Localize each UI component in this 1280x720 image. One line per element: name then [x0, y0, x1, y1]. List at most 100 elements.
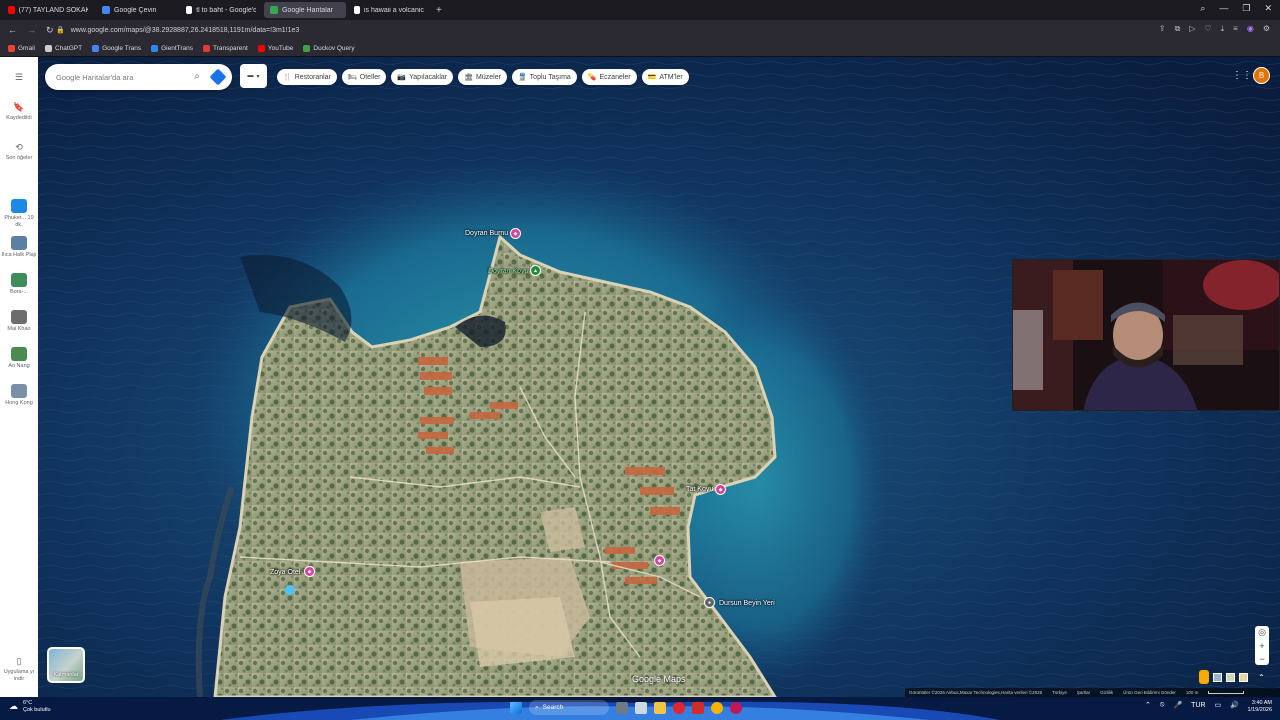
minimize-icon[interactable]: —	[1219, 3, 1228, 14]
bookmark-item[interactable]: Transparent	[203, 44, 248, 52]
bookmark-item[interactable]: GientTrans	[151, 44, 193, 52]
map-footer-item[interactable]: Şartlar	[1077, 690, 1090, 695]
back-icon[interactable]: ←	[8, 25, 17, 36]
sidebar-recent-item[interactable]: Hong Kong	[0, 384, 38, 407]
directions-icon[interactable]	[209, 68, 227, 86]
browser-tab[interactable]: tl to baht - Google'da Ara	[180, 2, 262, 18]
bookmark-favicon-icon	[203, 44, 211, 52]
zoom-in-button[interactable]: +	[1255, 639, 1269, 652]
opera-icon[interactable]	[673, 701, 685, 714]
get-app-button[interactable]: ▯ Uygulama yı indir	[0, 655, 38, 683]
url-field[interactable]: 🔒 www.google.com/maps/@38.2928887,26.241…	[56, 23, 1136, 37]
map-footer-item[interactable]: Türkiye	[1052, 690, 1067, 695]
place-label-doyran-burnu[interactable]: Doyran Burnu	[465, 230, 508, 237]
close-icon[interactable]: ✕	[1264, 3, 1272, 14]
category-chip[interactable]: 🏛 Müzeler	[458, 69, 507, 85]
category-chip[interactable]: 🚆 Toplu Taşıma	[511, 69, 577, 85]
volume-icon[interactable]: 🔊	[1230, 701, 1239, 709]
expand-icon[interactable]: ⌃	[1258, 673, 1265, 682]
taskbar-search[interactable]: ⌕ Search	[529, 700, 609, 715]
monitor-icon[interactable]: ▭	[1215, 701, 1222, 709]
browser-tab[interactable]: Google Haritalar	[264, 2, 346, 18]
bookmark-item[interactable]: Duckov Query	[303, 44, 355, 52]
map-bottom-tools: ⌃	[1199, 670, 1265, 684]
place-pin-doyran-burnu[interactable]: ◆	[510, 228, 521, 239]
terrain-tile[interactable]	[1226, 672, 1235, 682]
tray-chevron-icon[interactable]: ⌃	[1145, 701, 1151, 709]
browser-tab[interactable]: (77) TAYLAND SOKAK LE:	[2, 2, 94, 18]
keyboard-layer-button[interactable]: ▬ ▾	[240, 64, 267, 88]
language-indicator[interactable]: TUR	[1191, 702, 1205, 709]
place-pin-doyran-koyu[interactable]: ▲	[530, 265, 541, 276]
download-icon[interactable]: ⤓	[1221, 24, 1225, 34]
pegman-icon[interactable]	[1199, 670, 1209, 684]
place-label-zoya-otel[interactable]: Zoya Otel	[270, 569, 300, 576]
bookmark-item[interactable]: Gmail	[8, 44, 35, 52]
task-view-icon[interactable]	[635, 701, 647, 714]
window-controls: ⌕ — ❐ ✕	[1200, 3, 1272, 14]
layers-button[interactable]: Katmanlar	[47, 647, 85, 683]
weather-widget[interactable]: ☁ 6°C Çok bulutlu	[9, 700, 51, 713]
place-pin-tat-koyu[interactable]: ◆	[715, 484, 726, 495]
browser-tab-bar: (77) TAYLAND SOKAK LE: Google Çeviri tl to…	[0, 0, 1280, 20]
browser-tab[interactable]: is hawaii a volcanic island	[348, 2, 430, 18]
system-clock[interactable]: 3:40 AM 1/19/2026	[1240, 700, 1272, 714]
maximize-icon[interactable]: ❐	[1242, 3, 1250, 14]
sidebar-recent-item[interactable]: Mai Khao	[0, 310, 38, 333]
place-pin-hotel[interactable]: ◆	[654, 555, 665, 566]
category-chip[interactable]: 🛏 Oteller	[341, 69, 387, 85]
share-icon[interactable]: ⇪	[1159, 24, 1166, 34]
globe-view-tile[interactable]	[1213, 672, 1222, 682]
sidebar-recent-item[interactable]: Bora-...	[0, 273, 38, 296]
category-chip[interactable]: 🍴 Restoranlar	[277, 69, 337, 85]
zoom-out-button[interactable]: −	[1255, 652, 1269, 665]
saved-button[interactable]: 🔖 Kaydedildi	[0, 101, 38, 122]
game-app-icon[interactable]	[616, 701, 628, 714]
map-footer-item[interactable]: 100 m	[1186, 690, 1199, 695]
place-pin-zoya-otel[interactable]: ◆	[304, 566, 315, 577]
map-footer-item[interactable]: Ürün Geri Bildirimi Gönder	[1123, 690, 1176, 695]
category-chip[interactable]: 📷 Yapılacaklar	[391, 69, 454, 85]
forward-icon[interactable]: →	[27, 25, 36, 36]
bookmark-item[interactable]: ChatGPT	[44, 44, 82, 52]
extension-icon[interactable]: ⚙	[1263, 24, 1270, 34]
screenshot-icon[interactable]: ⧉	[1175, 24, 1181, 34]
store-icon[interactable]	[692, 701, 704, 714]
map-footer-item[interactable]: Gizlilik	[1100, 690, 1113, 695]
recent-button[interactable]: ⟲ Son öğeler	[0, 141, 38, 162]
network-off-icon[interactable]: ⦸	[1160, 701, 1165, 709]
heart-icon[interactable]: ♡	[1204, 24, 1211, 34]
chrome-icon[interactable]	[711, 701, 723, 714]
play-icon[interactable]: ▷	[1189, 24, 1195, 34]
browser-tab[interactable]: Google Çeviri	[96, 2, 178, 18]
place-label-doyran-koyu[interactable]: Doyran Koyu	[488, 268, 528, 275]
windows-start-icon[interactable]	[510, 701, 522, 714]
taskbar-apps: ⌕ Search	[510, 700, 742, 715]
sidebar-recent-item[interactable]: Phuket... 19 dk.	[0, 199, 38, 229]
category-chip[interactable]: 💊 Eczaneler	[581, 69, 637, 85]
microphone-icon[interactable]: 🎤	[1173, 701, 1182, 709]
place-label-tat-koyu[interactable]: Tat Koyu	[686, 486, 713, 493]
bookmark-item[interactable]: Google Trans	[92, 44, 141, 52]
category-chip[interactable]: 💳 ATM'ler	[641, 69, 689, 85]
traffic-tile[interactable]	[1239, 672, 1248, 682]
recent-thumbnail	[11, 236, 27, 250]
profile-icon[interactable]: ◉	[1247, 24, 1254, 34]
place-label-dursun-beyin-yeri[interactable]: Dursun Beyin Yeri	[719, 600, 775, 607]
new-tab-icon[interactable]: +	[436, 5, 442, 16]
search-input[interactable]	[56, 72, 184, 82]
sidebar-recent-item[interactable]: Ao Nang	[0, 347, 38, 370]
menu-icon[interactable]: ≡	[1233, 24, 1238, 34]
place-pin-dursun-beyin-yeri[interactable]: ●	[704, 597, 715, 608]
bookmark-item[interactable]: YouTube	[257, 44, 293, 52]
file-explorer-icon[interactable]	[654, 701, 666, 714]
menu-button[interactable]: ☰	[0, 71, 38, 85]
reload-icon[interactable]: ↻	[46, 25, 54, 36]
recent-label: Son öğeler	[5, 155, 33, 161]
my-location-icon[interactable]: ◎	[1255, 626, 1269, 639]
search-tabs-icon[interactable]: ⌕	[1200, 3, 1205, 14]
search-icon[interactable]: ⌕	[194, 71, 200, 82]
media-app-icon[interactable]	[730, 701, 742, 714]
avatar[interactable]: B	[1253, 67, 1270, 84]
sidebar-recent-item[interactable]: Ilıca Halk Plajı	[0, 236, 38, 259]
